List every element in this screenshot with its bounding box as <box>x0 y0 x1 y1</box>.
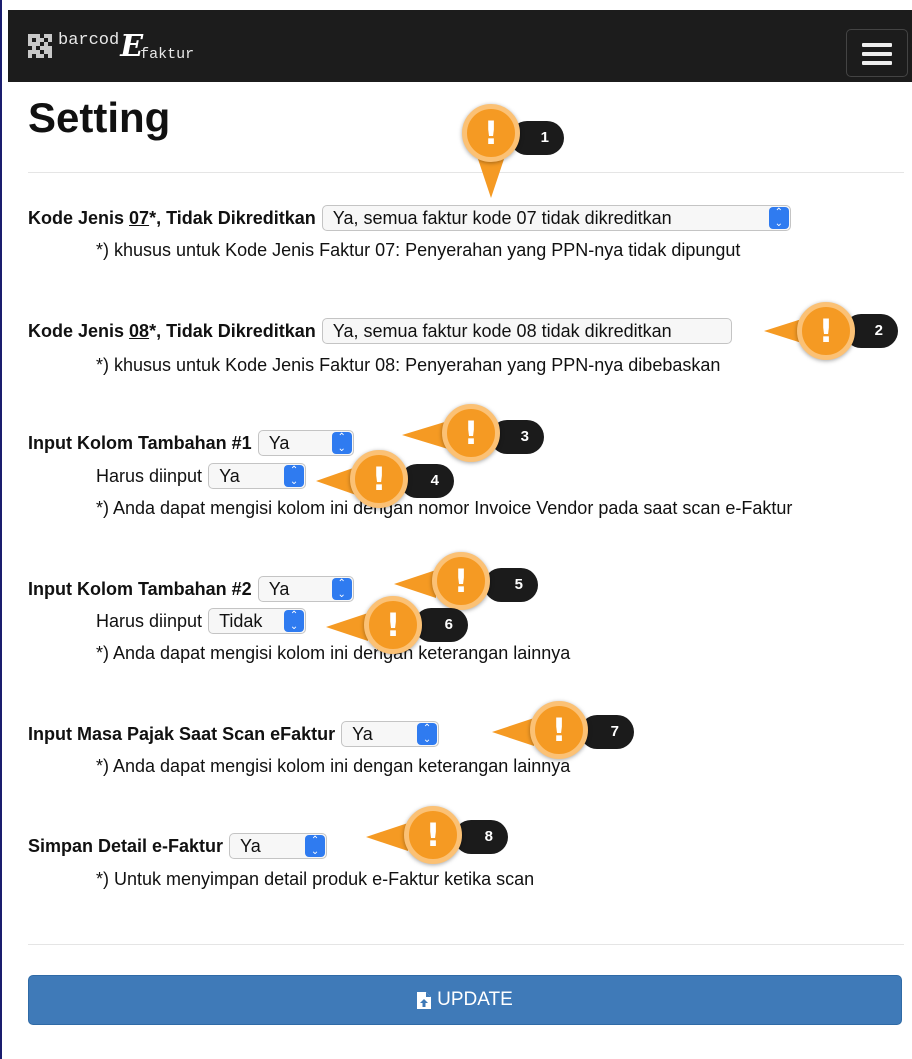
setting-masa-label: Input Masa Pajak Saat Scan eFaktur <box>28 723 336 744</box>
detail-select[interactable]: Ya ⌃ ⌄ <box>229 833 328 859</box>
kolom1-note: *) Anda dapat mengisi kolom ini dengan n… <box>96 498 793 518</box>
kode08-select[interactable]: Ya, semua faktur kode 08 tidak dikreditk… <box>321 318 732 344</box>
kode08-note: *) khusus untuk Kode Jenis Faktur 08: Pe… <box>96 355 721 375</box>
exclamation-icon: ! <box>797 302 855 360</box>
setting-kolom2-row: Input Kolom Tambahan #2 Ya ⌃ ⌄ <box>28 576 354 602</box>
kolom2-note: *) Anda dapat mengisi kolom ini dengan k… <box>96 643 571 663</box>
qr-code-icon <box>28 34 52 58</box>
page-frame <box>0 0 910 1059</box>
kolom2-select[interactable]: Ya ⌃ ⌄ <box>257 576 354 602</box>
setting-kode08-label: Kode Jenis 08*, Tidak Dikreditkan <box>28 320 316 341</box>
masa-note: *) Anda dapat mengisi kolom ini dengan k… <box>96 756 571 776</box>
page-title: Setting <box>28 94 171 141</box>
setting-kode07-label: Kode Jenis 07*, Tidak Dikreditkan <box>28 207 316 228</box>
kolom2-required-row: Harus diinput Tidak ⌃ ⌄ <box>96 608 307 634</box>
select-chevron-icon: ⌃ ⌄ <box>331 432 352 454</box>
masa-select[interactable]: Ya ⌃ ⌄ <box>341 721 440 747</box>
brand-text-prefix: barcod <box>58 30 120 50</box>
kolom1-select[interactable]: Ya ⌃ ⌄ <box>257 430 354 456</box>
exclamation-icon: ! <box>432 552 490 610</box>
divider-top <box>28 172 904 173</box>
setting-detail-row: Simpan Detail e-Faktur Ya ⌃ ⌄ <box>28 833 328 859</box>
hamburger-menu-button[interactable] <box>846 29 908 77</box>
brand-logo[interactable]: barcod Efaktur <box>28 26 194 66</box>
setting-masa-row: Input Masa Pajak Saat Scan eFaktur Ya ⌃ ⌄ <box>28 721 440 747</box>
setting-detail-label: Simpan Detail e-Faktur <box>28 835 224 856</box>
kolom1-required-select[interactable]: Ya ⌃ ⌄ <box>208 463 307 489</box>
kode07-note: *) khusus untuk Kode Jenis Faktur 07: Pe… <box>96 240 741 260</box>
select-chevron-icon: ⌃ ⌄ <box>284 465 305 487</box>
select-chevron-icon: ⌃ ⌄ <box>284 610 305 632</box>
select-chevron-icon: ⌃ ⌄ <box>331 578 352 600</box>
select-chevron-icon: ⌃ ⌄ <box>417 723 438 745</box>
detail-note: *) Untuk menyimpan detail produk e-Faktu… <box>96 869 535 889</box>
update-button[interactable]: UPDATE <box>28 975 902 1025</box>
exclamation-icon: ! <box>530 701 588 759</box>
setting-kode08-row: Kode Jenis 08*, Tidak Dikreditkan Ya, se… <box>28 318 732 344</box>
exclamation-icon: ! <box>350 450 408 508</box>
exclamation-icon: ! <box>462 104 520 162</box>
setting-kolom1-row: Input Kolom Tambahan #1 Ya ⌃ ⌄ <box>28 430 354 456</box>
setting-kolom1-label: Input Kolom Tambahan #1 <box>28 432 252 453</box>
setting-kolom2-label: Input Kolom Tambahan #2 <box>28 578 252 599</box>
brand-text-suffix: faktur <box>140 45 195 63</box>
select-chevron-icon: ⌃ ⌄ <box>305 835 326 857</box>
kolom2-required-label: Harus diinput <box>96 610 203 631</box>
kolom1-required-label: Harus diinput <box>96 465 203 486</box>
exclamation-icon: ! <box>404 806 462 864</box>
select-chevron-icon: ⌃ ⌄ <box>768 207 789 229</box>
setting-kode07-row: Kode Jenis 07*, Tidak Dikreditkan Ya, se… <box>28 205 791 231</box>
exclamation-icon: ! <box>364 596 422 654</box>
kolom1-required-row: Harus diinput Ya ⌃ ⌄ <box>96 463 307 489</box>
kode07-select[interactable]: Ya, semua faktur kode 07 tidak dikreditk… <box>321 205 791 231</box>
divider-bottom <box>28 944 904 945</box>
update-button-label: UPDATE <box>437 989 513 1010</box>
exclamation-icon: ! <box>442 404 500 462</box>
navbar: barcod Efaktur <box>8 10 912 82</box>
kolom2-required-select[interactable]: Tidak ⌃ ⌄ <box>208 608 307 634</box>
file-upload-icon <box>417 991 432 1009</box>
